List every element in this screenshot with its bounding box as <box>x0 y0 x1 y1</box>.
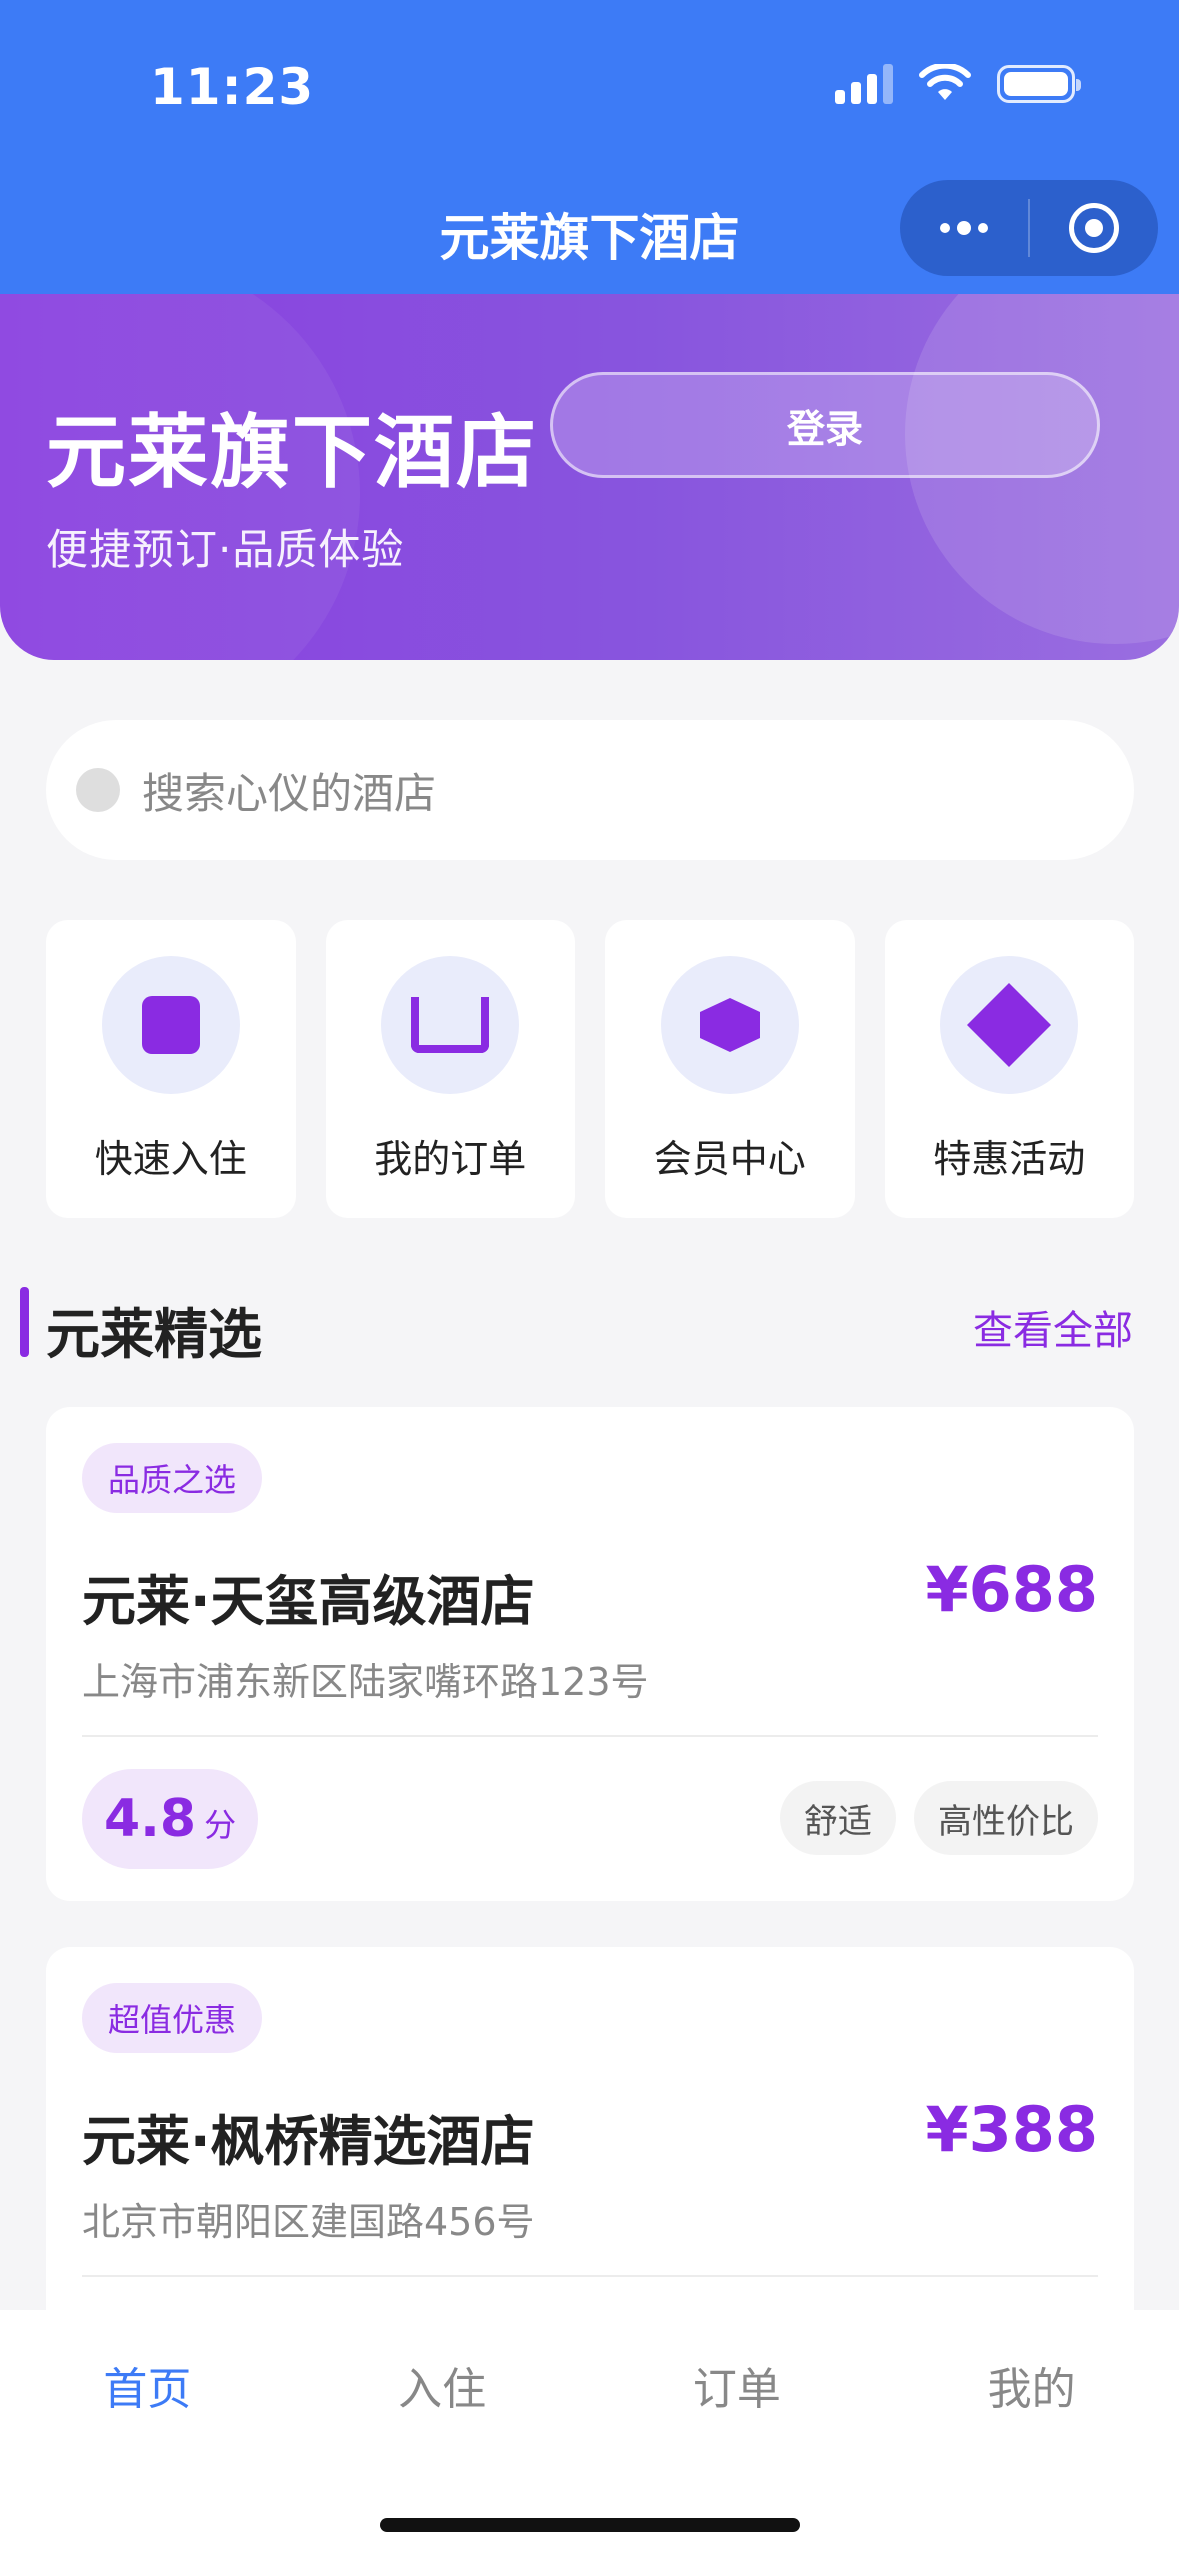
hotel-address: 上海市浦东新区陆家嘴环路123号 <box>82 1660 649 1704</box>
quick-action-icon-bg <box>660 956 799 1094</box>
card-divider <box>82 1735 1098 1737</box>
card-divider <box>82 2275 1098 2277</box>
search-bar[interactable]: 搜索心仪的酒店 <box>46 720 1134 860</box>
more-dots-icon <box>940 221 988 235</box>
mini-program-capsule <box>900 180 1158 276</box>
hotel-name: 元莱·枫桥精选酒店 <box>82 2110 535 2173</box>
feature-tag: 高性价比 <box>914 1781 1098 1855</box>
section-accent-bar <box>20 1287 29 1357</box>
tab-orders[interactable]: 订单 <box>590 2353 885 2417</box>
quick-action-icon-bg <box>940 956 1079 1094</box>
rating-badge: 4.8 分 <box>82 1769 259 1869</box>
hotel-tag: 品质之选 <box>82 1443 263 1513</box>
tab-profile[interactable]: 我的 <box>884 2353 1179 2417</box>
quick-action-checkin[interactable]: 快速入住 <box>46 920 296 1218</box>
hotel-address: 北京市朝阳区建国路456号 <box>82 2200 535 2244</box>
tab-checkin[interactable]: 入住 <box>295 2353 590 2417</box>
tab-home[interactable]: 首页 <box>0 2353 295 2417</box>
quick-action-label: 会员中心 <box>653 1137 806 1181</box>
quick-action-label: 我的订单 <box>374 1137 527 1181</box>
hero-subtitle: 便捷预订·品质体验 <box>46 525 405 574</box>
quick-action-label: 快速入住 <box>94 1137 247 1181</box>
hexagon-icon <box>699 998 760 1052</box>
hero-title: 元莱旗下酒店 <box>46 406 538 499</box>
section-title: 元莱精选 <box>46 1303 262 1366</box>
rating-value: 4.8 <box>104 1789 197 1849</box>
battery-icon <box>997 65 1081 103</box>
hotel-card[interactable]: 品质之选 元莱·天玺高级酒店 ¥688 上海市浦东新区陆家嘴环路123号 4.8… <box>46 1407 1134 1901</box>
status-time: 11:23 <box>150 58 315 116</box>
target-icon <box>1069 203 1119 253</box>
quick-action-icon-bg <box>381 956 520 1094</box>
quick-action-orders[interactable]: 我的订单 <box>325 920 575 1218</box>
quick-action-membership[interactable]: 会员中心 <box>605 920 855 1218</box>
close-mini-program-button[interactable] <box>1030 180 1158 276</box>
login-button[interactable]: 登录 <box>550 372 1100 478</box>
diamond-icon <box>967 983 1052 1067</box>
feature-tags: 舒适 高性价比 <box>780 1781 1098 1855</box>
rating-unit: 分 <box>204 1806 237 1844</box>
top-bar: 11:23 元莱旗下酒店 <box>0 0 1179 294</box>
quick-action-label: 特惠活动 <box>933 1137 1086 1181</box>
signal-icon <box>835 64 893 104</box>
quick-action-deals[interactable]: 特惠活动 <box>884 920 1134 1218</box>
tray-icon <box>411 997 490 1053</box>
hotel-price: ¥388 <box>925 2093 1098 2166</box>
hotel-card[interactable]: 超值优惠 元莱·枫桥精选酒店 ¥388 北京市朝阳区建国路456号 <box>46 1947 1134 2367</box>
status-icons <box>835 64 1081 104</box>
view-all-link[interactable]: 查看全部 <box>973 1298 1133 1356</box>
feature-tag: 舒适 <box>780 1781 896 1855</box>
hotel-tag: 超值优惠 <box>82 1983 263 2053</box>
hotel-name: 元莱·天玺高级酒店 <box>82 1570 535 1633</box>
hotel-price: ¥688 <box>925 1553 1098 1626</box>
quick-action-icon-bg <box>101 956 240 1094</box>
quick-actions: 快速入住 我的订单 会员中心 特惠活动 <box>46 920 1134 1218</box>
search-placeholder: 搜索心仪的酒店 <box>142 768 437 818</box>
home-indicator <box>380 2518 800 2532</box>
search-icon <box>76 768 120 812</box>
more-button[interactable] <box>900 180 1028 276</box>
hero-banner: 元莱旗下酒店 便捷预订·品质体验 登录 <box>0 294 1179 660</box>
wifi-icon <box>919 64 971 100</box>
square-icon <box>141 996 200 1054</box>
